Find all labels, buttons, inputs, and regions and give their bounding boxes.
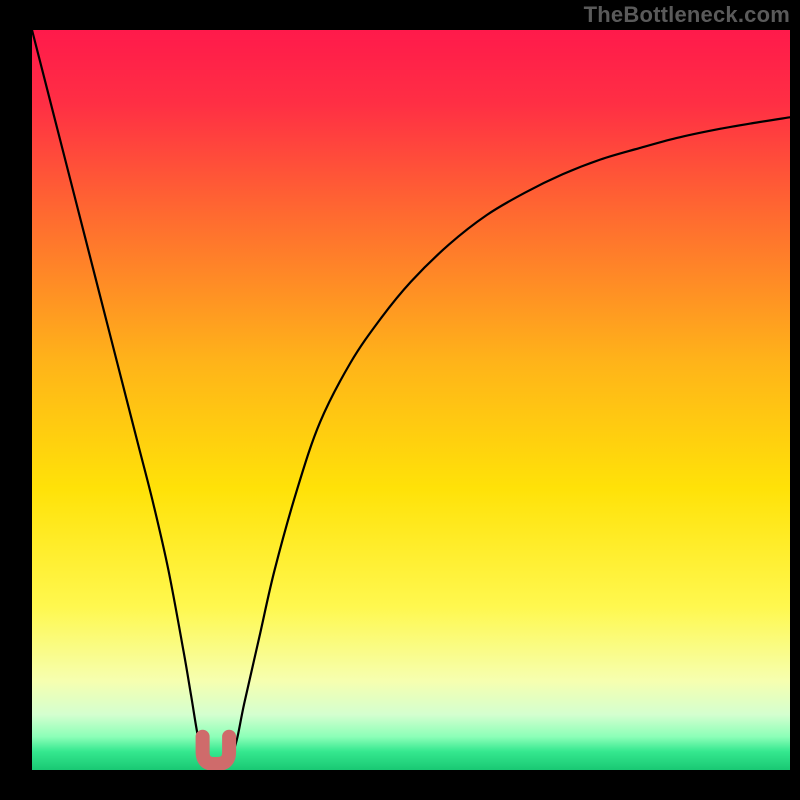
chart-frame: TheBottleneck.com (0, 0, 800, 800)
bottleneck-plot (32, 30, 790, 770)
watermark-text: TheBottleneck.com (584, 2, 790, 28)
plot-svg (32, 30, 790, 770)
gradient-background (32, 30, 790, 770)
